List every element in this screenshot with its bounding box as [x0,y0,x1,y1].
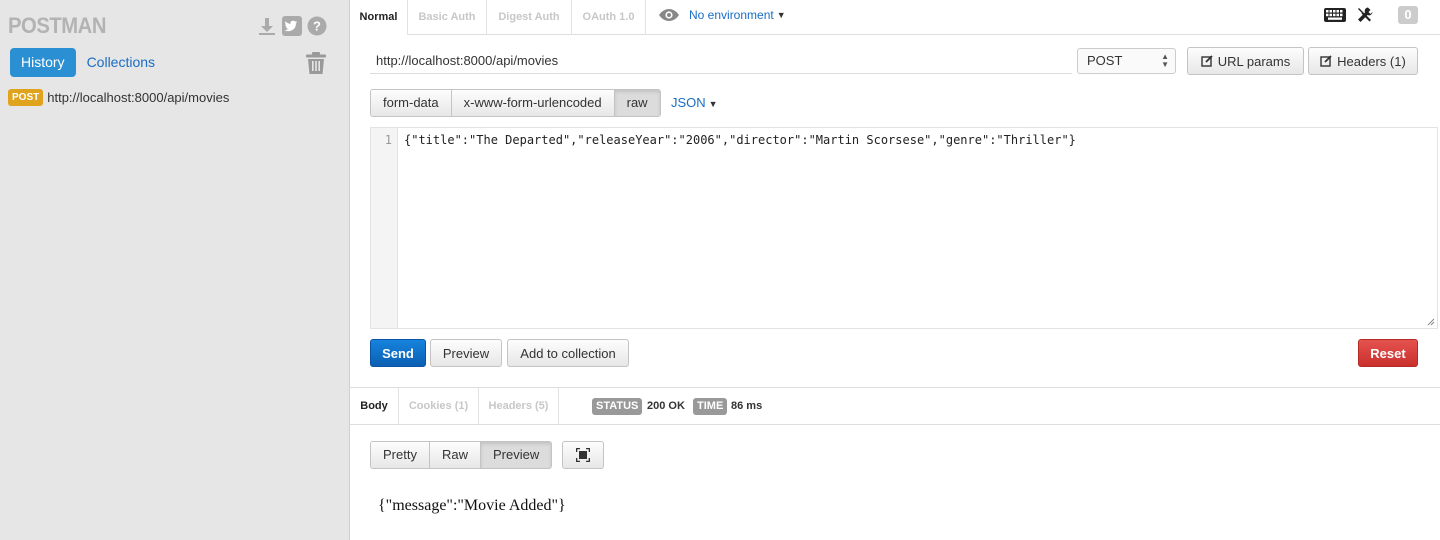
history-url: http://localhost:8000/api/movies [47,89,230,105]
preview-label: Preview [442,345,490,361]
method-badge: POST [8,88,44,106]
tab-collections[interactable]: Collections [76,48,166,77]
environment-dropdown[interactable]: No environment ▼ [658,8,786,22]
headers-label: Headers (1) [1337,53,1406,69]
auth-tabs: Normal Basic Auth Digest Auth OAuth 1.0 … [350,0,1440,35]
trash-icon[interactable] [305,51,327,75]
add-to-collection-button[interactable]: Add to collection [507,339,629,367]
editor-gutter: 1 [371,128,398,328]
environment-label: No environment [689,8,774,22]
fullscreen-icon [576,448,590,462]
download-icon[interactable] [257,16,277,36]
line-number: 1 [384,133,392,147]
keyboard-icon[interactable] [1324,8,1346,22]
send-button[interactable]: Send [370,339,426,367]
svg-text:?: ? [313,19,321,34]
settings-tools-icon[interactable] [1356,6,1374,24]
tab-basic-auth[interactable]: Basic Auth [408,0,487,35]
tab-digest-auth[interactable]: Digest Auth [487,0,572,35]
add-to-collection-label: Add to collection [520,345,616,361]
eye-icon [659,9,679,21]
time-badge: TIME [693,398,728,415]
url-params-button[interactable]: URL params [1187,47,1304,75]
method-select-value: POST [1087,53,1123,68]
mode-urlencoded[interactable]: x-www-form-urlencoded [451,90,615,116]
response-body: {"message":"Movie Added"} [378,497,566,514]
resize-handle-icon[interactable] [1427,318,1435,326]
tab-oauth[interactable]: OAuth 1.0 [572,0,646,35]
mode-form-data[interactable]: form-data [371,90,452,116]
response-view-group: Pretty Raw Preview [370,441,553,469]
response-tabs: Body Cookies (1) Headers (5) STATUS 200 … [350,387,1440,425]
status-badge: STATUS [592,398,643,415]
method-select[interactable]: POST ▲ ▼ [1077,48,1176,74]
reset-button[interactable]: Reset [1358,339,1418,367]
mode-raw[interactable]: raw [614,90,660,116]
edit-icon [1320,55,1332,67]
editor-code[interactable]: {"title":"The Departed","releaseYear":"2… [404,133,1076,147]
view-raw[interactable]: Raw [429,442,481,468]
tab-history[interactable]: History [10,48,76,77]
tab-normal[interactable]: Normal [350,0,408,35]
chevron-down-icon: ▼ [708,99,718,109]
history-item[interactable]: POST http://localhost:8000/api/movies [8,88,229,106]
request-url-input[interactable] [370,47,1072,74]
app-logo: POSTMAN [8,13,106,38]
raw-format-dropdown[interactable]: JSON ▼ [671,95,718,110]
body-editor[interactable]: 1 {"title":"The Departed","releaseYear":… [370,127,1438,329]
sidebar-tabs: History Collections [10,48,166,77]
edit-icon [1201,55,1213,67]
notification-badge[interactable]: 0 [1398,6,1418,24]
tab-headers[interactable]: Headers (5) [479,388,559,425]
headers-button[interactable]: Headers (1) [1308,47,1418,75]
select-arrows-icon: ▲ ▼ [1161,52,1169,69]
toolbar-icons: 0 [1324,6,1418,24]
view-pretty[interactable]: Pretty [371,442,430,468]
preview-button[interactable]: Preview [430,339,502,367]
twitter-icon[interactable] [282,16,302,36]
url-params-label: URL params [1217,53,1291,69]
fullscreen-button[interactable] [562,441,604,469]
time-value: 86 ms [731,400,763,412]
tab-body[interactable]: Body [350,388,399,425]
view-preview[interactable]: Preview [480,442,552,468]
status-value: 200 OK [647,400,685,412]
sidebar: POSTMAN ? History Collections POST http:… [0,0,350,540]
body-mode-group: form-data x-www-form-urlencoded raw [370,89,661,117]
help-icon[interactable]: ? [307,16,327,36]
raw-format-label: JSON [671,95,706,110]
tab-cookies[interactable]: Cookies (1) [399,388,479,425]
chevron-down-icon: ▼ [776,10,786,20]
